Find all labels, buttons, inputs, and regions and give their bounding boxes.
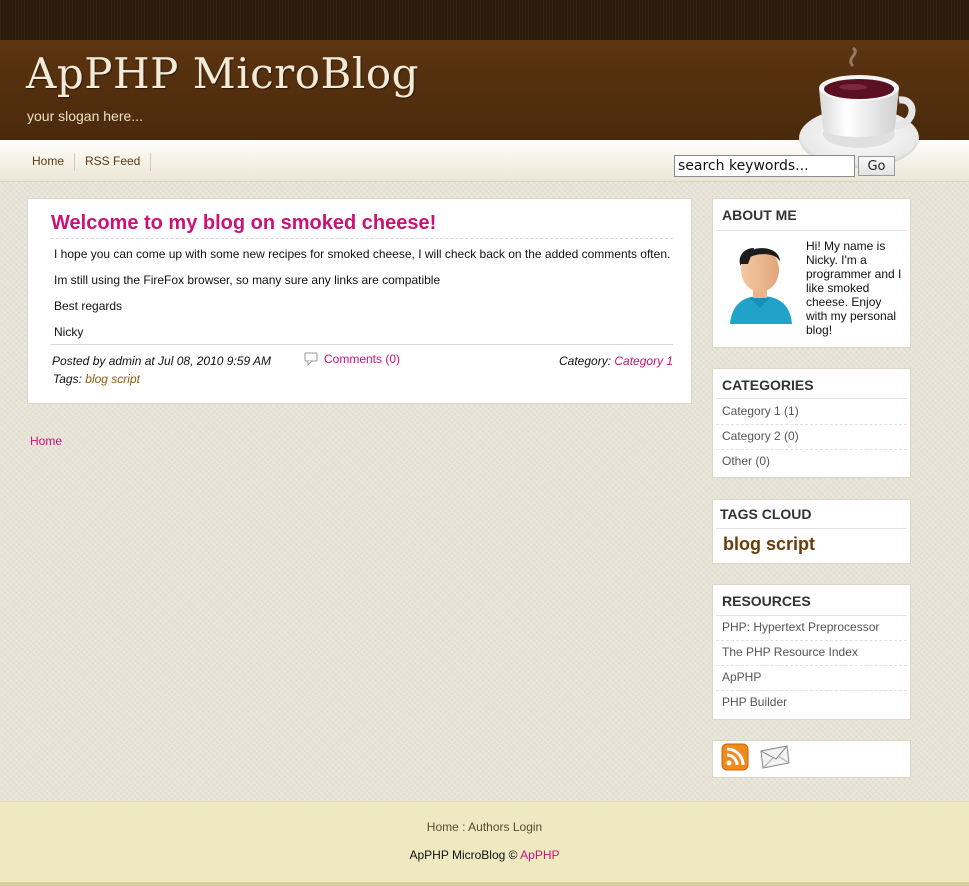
category-label: Category:	[559, 354, 612, 368]
nav-separator	[150, 153, 151, 171]
divider	[716, 528, 907, 529]
copyright: ApPHP MicroBlog © ApPHP	[0, 848, 969, 862]
post-title[interactable]: Welcome to my blog on smoked cheese!	[51, 211, 436, 235]
about-title: ABOUT ME	[722, 207, 797, 223]
divider	[716, 449, 907, 450]
nav-item-home[interactable]: Home	[32, 154, 64, 168]
post-tags: Tags: blog script	[53, 372, 140, 386]
authors-login-link[interactable]: Authors Login	[468, 820, 542, 834]
top-bar	[0, 0, 969, 40]
divider	[716, 424, 907, 425]
post-paragraph: Im still using the FireFox browser, so m…	[54, 273, 441, 287]
divider	[716, 615, 907, 616]
tag-cloud-link[interactable]: blog script	[723, 534, 815, 555]
tags-cloud-title: TAGS CLOUD	[720, 506, 812, 522]
post-category: Category: Category 1	[559, 354, 673, 368]
divider	[716, 230, 907, 231]
category-item[interactable]: Other (0)	[722, 454, 770, 468]
post-paragraph: Best regards	[54, 299, 123, 313]
resource-link[interactable]: ApPHP	[722, 670, 761, 684]
divider	[716, 690, 907, 691]
category-item[interactable]: Category 2 (0)	[722, 429, 799, 443]
divider	[51, 344, 673, 345]
divider	[716, 665, 907, 666]
comments-label: Comments (0)	[324, 352, 401, 366]
site-slogan: your slogan here...	[27, 108, 143, 124]
category-item[interactable]: Category 1 (1)	[722, 404, 799, 418]
rss-icon[interactable]	[721, 743, 749, 771]
resources-title: RESOURCES	[722, 593, 811, 609]
post-paragraph: I hope you can come up with some new rec…	[54, 247, 671, 261]
post-author-date: Posted by admin at Jul 08, 2010 9:59 AM	[52, 354, 272, 368]
tag-link[interactable]: blog script	[85, 372, 140, 386]
divider	[716, 640, 907, 641]
resource-link[interactable]: PHP Builder	[722, 695, 787, 709]
nav-separator	[74, 153, 75, 171]
divider	[51, 238, 673, 239]
footer-links: Home : Authors Login	[0, 820, 969, 834]
resource-link[interactable]: PHP: Hypertext Preprocessor	[722, 620, 879, 634]
divider	[716, 398, 907, 399]
tags-label: Tags:	[53, 372, 82, 386]
category-link[interactable]: Category 1	[614, 354, 673, 368]
footer-bottom-bar	[0, 882, 969, 886]
categories-title: CATEGORIES	[722, 377, 814, 393]
search-input[interactable]	[674, 155, 855, 177]
copyright-link[interactable]: ApPHP	[520, 848, 559, 862]
mail-icon[interactable]	[759, 743, 791, 771]
about-content: Hi! My name is Nicky. I'm a programmer a…	[722, 239, 902, 337]
resource-link[interactable]: The PHP Resource Index	[722, 645, 858, 659]
footer	[0, 801, 969, 886]
comment-icon	[304, 352, 318, 366]
post-paragraph: Nicky	[54, 325, 84, 339]
footer-home-link[interactable]: Home	[427, 820, 459, 834]
user-avatar-icon	[730, 248, 792, 324]
site-title[interactable]: ApPHP MicroBlog	[26, 49, 419, 99]
footer-separator: :	[462, 820, 466, 834]
search-go-button[interactable]: Go	[858, 156, 895, 176]
nav-item-rss-feed[interactable]: RSS Feed	[85, 154, 140, 168]
about-text: Hi! My name is Nicky. I'm a programmer a…	[806, 239, 902, 337]
breadcrumb-home-link[interactable]: Home	[30, 434, 62, 448]
comments-link[interactable]: Comments (0)	[304, 352, 400, 366]
copyright-text: ApPHP MicroBlog ©	[409, 848, 518, 862]
